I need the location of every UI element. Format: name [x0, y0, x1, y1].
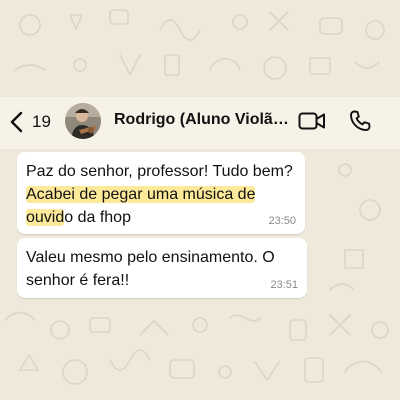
- chat-header: 19 Rodrigo (Aluno Violão...: [0, 97, 400, 149]
- chevron-left-icon: [10, 111, 23, 133]
- message-timestamp: 23:50: [268, 215, 296, 227]
- message-bubble[interactable]: Valeu mesmo pelo ensinamento. O senhor é…: [17, 238, 307, 298]
- message-bubble[interactable]: Paz do senhor, professor! Tudo bem? Acab…: [17, 152, 305, 234]
- avatar[interactable]: [65, 103, 101, 139]
- message-text: Paz do senhor, professor! Tudo bem? Acab…: [26, 163, 293, 226]
- phone-icon[interactable]: [348, 109, 372, 133]
- message-text: Valeu mesmo pelo ensinamento. O senhor é…: [26, 249, 275, 289]
- back-button[interactable]: 19: [8, 111, 51, 133]
- highlighted-text: Acabei de pegar uma música de ouvid: [26, 186, 256, 226]
- message-timestamp: 23:51: [270, 279, 298, 291]
- unread-count: 19: [32, 112, 51, 131]
- contact-name[interactable]: Rodrigo (Aluno Violão...: [114, 111, 290, 129]
- video-camera-icon[interactable]: [298, 111, 326, 131]
- avatar-photo: [65, 103, 101, 139]
